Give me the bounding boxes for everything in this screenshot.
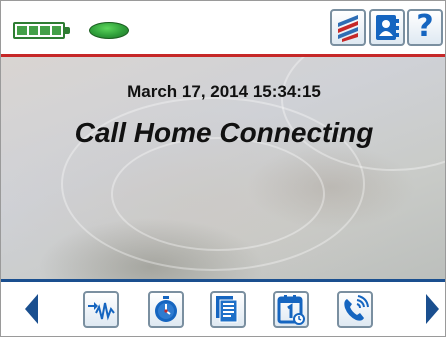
waveform-button[interactable] [83, 291, 119, 328]
status-message: Call Home Connecting [74, 117, 374, 148]
phone-call-button[interactable] [337, 291, 373, 328]
bottom-nav [1, 282, 445, 336]
status-bar: ? [1, 1, 445, 53]
help-button[interactable]: ? [407, 9, 443, 46]
documents-button[interactable] [210, 291, 246, 328]
timer-button[interactable] [148, 291, 184, 328]
contact-button[interactable] [369, 9, 405, 46]
documents-icon [212, 293, 244, 326]
status-panel: March 17, 2014 15:34:15 Call Home Connec… [1, 57, 445, 279]
phone-call-icon [339, 293, 371, 326]
datetime-label: March 17, 2014 15:34:15 [127, 82, 321, 101]
timer-icon [150, 293, 182, 326]
battery-icon [13, 22, 71, 39]
connection-status-led [89, 22, 129, 39]
waveform-icon [85, 293, 117, 326]
network-button[interactable] [330, 9, 366, 46]
help-icon: ? [416, 9, 434, 44]
network-icon [332, 11, 364, 44]
device-screen: ? March 17, 2014 15:34:15 Call Home Conn… [0, 0, 446, 337]
contact-icon [371, 11, 403, 44]
calendar-button[interactable] [273, 291, 309, 328]
calendar-icon [275, 293, 307, 326]
previous-arrow-button[interactable] [25, 294, 38, 324]
next-arrow-button[interactable] [426, 294, 439, 324]
